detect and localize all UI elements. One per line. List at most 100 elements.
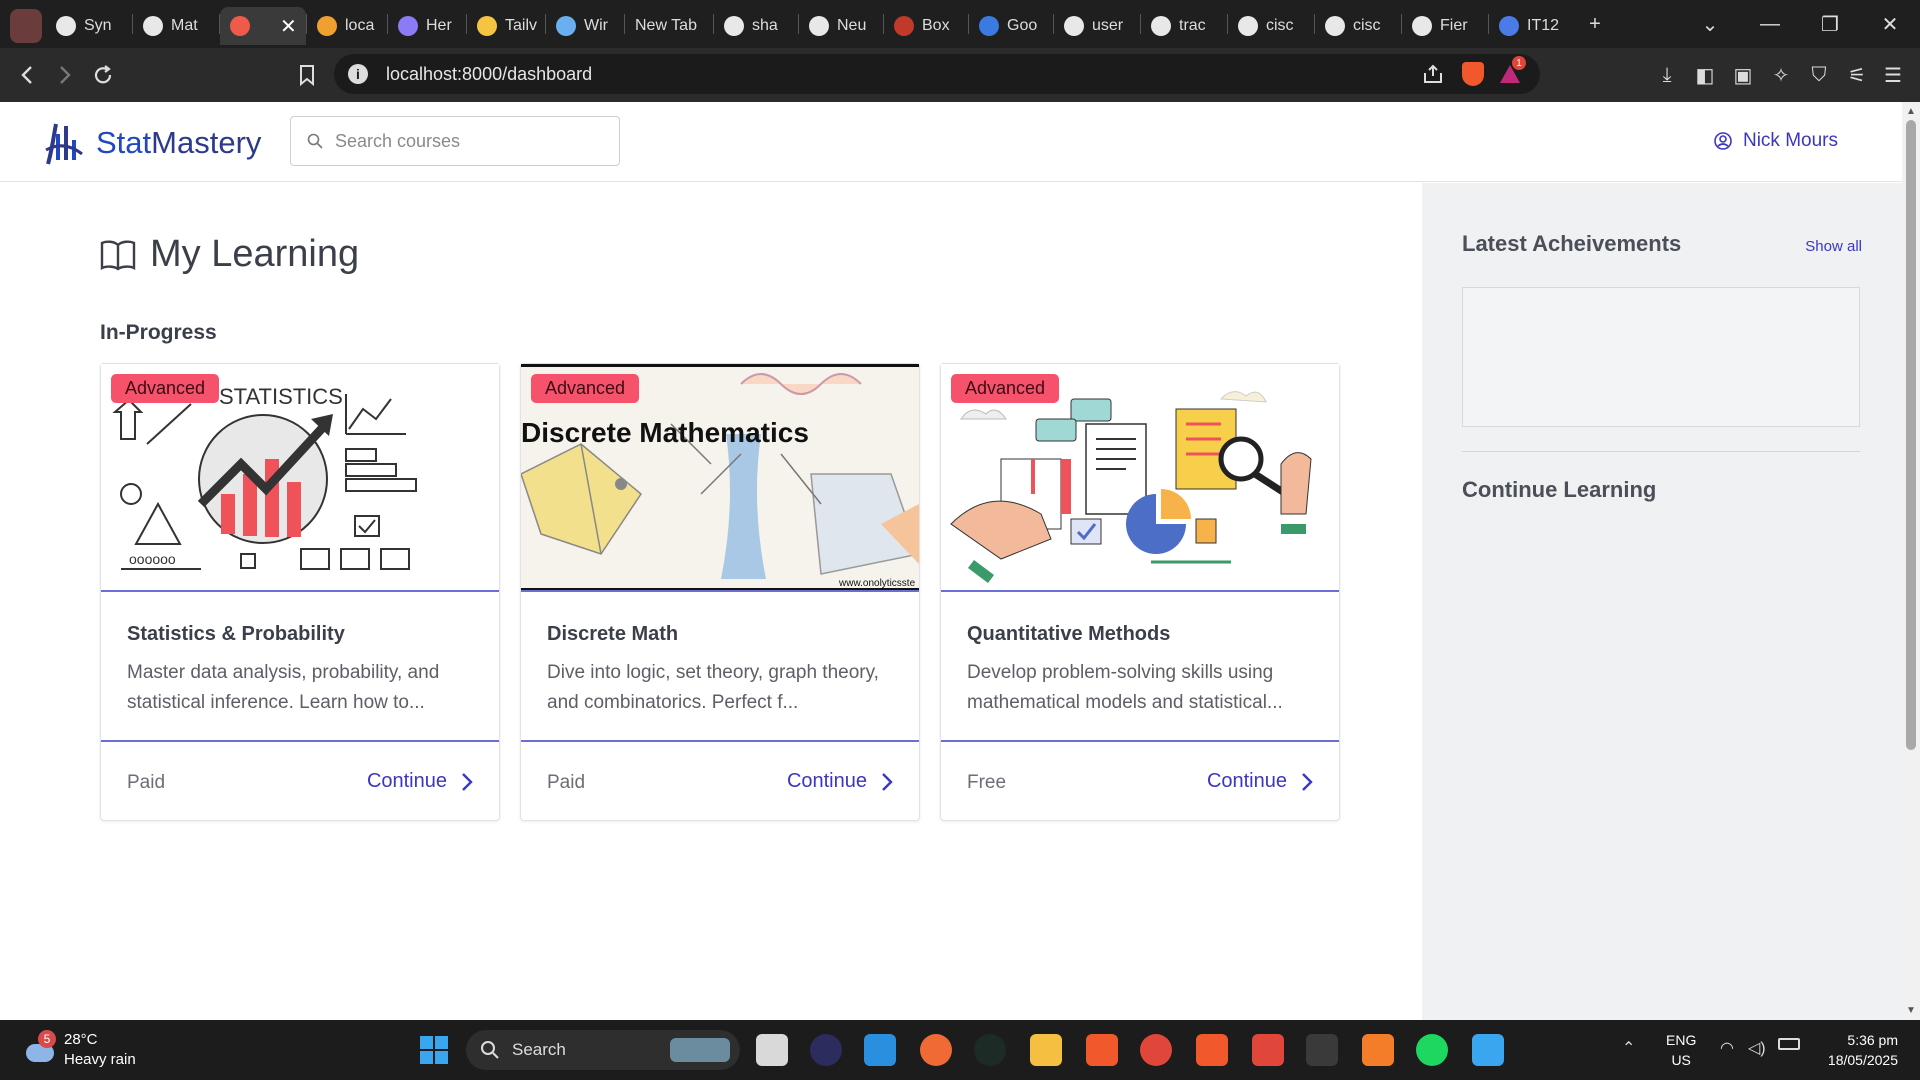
terminal-icon[interactable] — [1306, 1034, 1338, 1066]
browser-tab[interactable]: Tailv — [467, 7, 545, 45]
battery-icon[interactable] — [1778, 1038, 1800, 1050]
restore-icon[interactable]: ❐ — [1800, 12, 1860, 37]
svg-text:oooooo: oooooo — [129, 551, 176, 567]
course-card[interactable]: STATISTICS oooooo Advanced Statistics & … — [100, 363, 500, 821]
continue-button[interactable]: Continue — [1207, 770, 1313, 793]
bookmark-icon[interactable] — [294, 60, 320, 90]
lang-line2: US — [1671, 1052, 1691, 1068]
share-icon[interactable] — [1422, 63, 1444, 90]
vpn-icon[interactable]: ⛉ — [1804, 64, 1834, 87]
browser-tab[interactable]: IT12 — [1489, 7, 1575, 45]
brave-rewards-icon[interactable]: 1 — [1498, 56, 1526, 91]
close-window-icon[interactable]: ✕ — [1860, 12, 1920, 37]
wallet-icon[interactable]: ▣ — [1728, 63, 1758, 88]
page-scrollbar[interactable]: ▲ ▼ — [1902, 102, 1920, 1020]
tab-label: Wir — [584, 17, 608, 34]
continue-button[interactable]: Continue — [787, 770, 893, 793]
scrollbar-thumb[interactable] — [1906, 120, 1916, 750]
chevron-right-icon — [462, 772, 473, 791]
leo-ai-icon[interactable]: ✧ — [1766, 63, 1796, 88]
browser-tab[interactable]: cisc — [1228, 7, 1314, 45]
vscode-icon[interactable] — [864, 1034, 896, 1066]
browser-tab[interactable]: Her — [388, 7, 466, 45]
brave-dev-icon[interactable] — [1252, 1034, 1284, 1066]
browser-tab[interactable]: user — [1054, 7, 1140, 45]
minimize-icon[interactable]: — — [1740, 13, 1800, 36]
file-explorer-icon[interactable] — [1030, 1034, 1062, 1066]
brave-icon[interactable] — [1086, 1034, 1118, 1066]
volume-icon[interactable]: ◁) — [1748, 1038, 1766, 1058]
tab-group-button[interactable] — [6, 7, 46, 45]
chevron-right-icon — [1302, 772, 1313, 791]
browser-tab[interactable]: sha — [714, 7, 798, 45]
browser-tab[interactable]: Neu — [799, 7, 883, 45]
weather-text[interactable]: 28°C Heavy rain — [64, 1030, 136, 1070]
chrome-icon[interactable] — [1140, 1034, 1172, 1066]
eclipse-icon[interactable] — [810, 1034, 842, 1066]
tab-favicon-icon — [1151, 16, 1171, 36]
reload-icon[interactable] — [88, 60, 118, 90]
tab-label: cisc — [1266, 17, 1294, 34]
new-tab-button[interactable]: + — [1575, 4, 1615, 44]
course-card[interactable]: Advanced Quantitative Methods Develop pr… — [940, 363, 1340, 821]
show-all-link[interactable]: Show all — [1805, 238, 1862, 255]
scroll-up-icon[interactable]: ▲ — [1906, 106, 1916, 117]
continue-button[interactable]: Continue — [367, 770, 473, 793]
weather-widget[interactable]: 5 — [22, 1030, 58, 1068]
weather-desc: Heavy rain — [64, 1051, 136, 1068]
browser-tab[interactable]: New Tab — [625, 7, 713, 45]
tab-label: trac — [1179, 17, 1206, 34]
brand-name: StatMastery — [96, 125, 261, 161]
browser-tab[interactable]: cisc — [1315, 7, 1401, 45]
course-description: Develop problem-solving skills using mat… — [967, 662, 1283, 713]
tab-close-icon[interactable]: ✕ — [280, 14, 297, 39]
search-placeholder: Search courses — [335, 130, 461, 151]
tab-favicon-icon — [1238, 16, 1258, 36]
site-info-icon[interactable]: i — [348, 64, 368, 84]
tab-label: sha — [752, 17, 778, 34]
brave-shields-icon[interactable] — [1462, 62, 1484, 86]
browser-tab[interactable]: Syn — [46, 7, 132, 45]
xampp-icon[interactable] — [1362, 1034, 1394, 1066]
task-view-icon[interactable] — [756, 1034, 788, 1066]
language-indicator[interactable]: ENG US — [1666, 1030, 1696, 1070]
taskbar-search[interactable]: Search — [466, 1030, 740, 1070]
menu-icon[interactable]: ☰ — [1878, 63, 1908, 88]
notepad-icon[interactable] — [1472, 1034, 1504, 1066]
scroll-down-icon[interactable]: ▼ — [1906, 1005, 1916, 1016]
postman-icon[interactable] — [920, 1034, 952, 1066]
address-bar[interactable]: i localhost:8000/dashboard 1 — [334, 54, 1540, 94]
page-title: My Learning — [100, 233, 359, 276]
start-icon[interactable] — [418, 1034, 450, 1066]
browser-tab[interactable]: Mat — [133, 7, 219, 45]
browser-tab[interactable]: trac — [1141, 7, 1227, 45]
search-input[interactable]: Search courses — [290, 116, 620, 166]
browser-tab[interactable]: Fier — [1402, 7, 1488, 45]
extensions-icon[interactable]: ⚟ — [1842, 63, 1872, 88]
mongodb-icon[interactable] — [974, 1034, 1006, 1066]
tab-search-chevron-icon[interactable]: ⌄ — [1680, 12, 1740, 37]
browser-tab[interactable]: Goo — [969, 7, 1053, 45]
browser-tab[interactable]: Box — [884, 7, 968, 45]
divider — [1462, 451, 1860, 452]
course-price: Paid — [547, 772, 586, 793]
brand-logo[interactable]: StatMastery — [44, 120, 261, 166]
level-badge: Advanced — [531, 374, 640, 403]
browser-tab[interactable]: loca — [307, 7, 387, 45]
tray-chevron-up-icon[interactable]: ⌃ — [1622, 1038, 1635, 1058]
sidebar-icon[interactable]: ◧ — [1690, 63, 1720, 88]
tab-favicon-icon — [979, 16, 999, 36]
wifi-icon[interactable]: ◠ — [1720, 1038, 1734, 1058]
spotify-icon[interactable] — [1416, 1034, 1448, 1066]
clock[interactable]: 5:36 pm 18/05/2025 — [1812, 1030, 1898, 1070]
statmastery-logo-icon — [45, 123, 83, 165]
user-menu[interactable]: Nick Mours — [1713, 130, 1838, 152]
back-icon[interactable] — [12, 60, 42, 90]
browser-tab[interactable]: ✕ — [220, 7, 306, 45]
lang-line1: ENG — [1666, 1032, 1697, 1048]
download-icon[interactable]: ⤓ — [1652, 64, 1682, 87]
browser-tab[interactable]: Wir — [546, 7, 624, 45]
forward-icon[interactable] — [50, 60, 80, 90]
course-card[interactable]: Discrete Mathematics www.onolyticsste Ad… — [520, 363, 920, 821]
brave-active-icon[interactable] — [1196, 1034, 1228, 1066]
